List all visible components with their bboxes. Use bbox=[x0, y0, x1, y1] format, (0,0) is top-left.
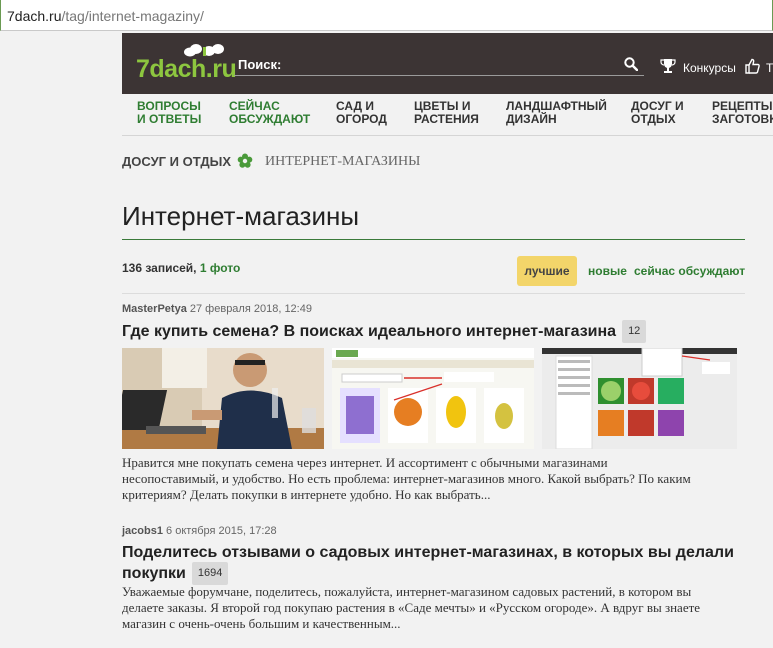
search-input[interactable] bbox=[234, 75, 644, 76]
like-icon[interactable] bbox=[744, 58, 760, 74]
breadcrumb-current: ИНТЕРНЕТ-МАГАЗИНЫ bbox=[265, 154, 421, 169]
post-date: 6 октября 2015, 17:28 bbox=[166, 525, 277, 537]
photos-link[interactable]: 1 фото bbox=[200, 261, 240, 275]
post-title[interactable]: Где купить семена? В поисках идеального … bbox=[122, 320, 647, 343]
title-divider bbox=[122, 239, 745, 240]
nav-item-flowers[interactable]: ЦВЕТЫ И РАСТЕНИЯ bbox=[414, 100, 479, 126]
main-nav: ВОПРОСЫ И ОТВЕТЫ СЕЙЧАС ОБСУЖДАЮТ САД И … bbox=[122, 94, 773, 136]
post-date: 27 февраля 2018, 12:49 bbox=[189, 303, 312, 315]
nav-item-garden[interactable]: САД И ОГОРОД bbox=[336, 100, 387, 126]
nav-item-leisure[interactable]: ДОСУГ И ОТДЫХ bbox=[631, 100, 684, 126]
sort-discussed-link[interactable]: сейчас обсуждают bbox=[634, 264, 745, 278]
post-meta: MasterPetya 27 февраля 2018, 12:49 bbox=[122, 303, 312, 315]
nav-item-recipes[interactable]: РЕЦЕПТЫ И ЗАГОТОВКИ bbox=[712, 100, 773, 126]
header-link-truncated[interactable]: Т bbox=[766, 61, 773, 75]
post-excerpt: Уважаемые форумчане, поделитесь, пожалуй… bbox=[122, 584, 701, 631]
post-meta: jacobs1 6 октября 2015, 17:28 bbox=[122, 525, 277, 537]
post-excerpt: Нравится мне покупать семена через интер… bbox=[122, 455, 691, 502]
contests-link[interactable]: Конкурсы bbox=[683, 61, 736, 75]
search-icon[interactable] bbox=[624, 57, 638, 71]
post-author[interactable]: jacobs1 bbox=[122, 525, 163, 537]
records-count: 136 записей, 1 фото bbox=[122, 261, 241, 275]
browser-address-bar[interactable]: 7dach.ru/tag/internet-magaziny/ bbox=[0, 0, 773, 31]
post-image-shop-screenshot-1[interactable] bbox=[332, 348, 534, 449]
nav-item-landscape[interactable]: ЛАНДШАФТНЫЙ ДИЗАЙН bbox=[506, 100, 607, 126]
post-title[interactable]: Поделитесь отзывами о садовых интернет-м… bbox=[122, 543, 734, 585]
comments-count: 12 bbox=[622, 320, 647, 343]
url-text[interactable]: 7dach.ru/tag/internet-magaziny/ bbox=[7, 8, 204, 24]
flower-icon bbox=[237, 153, 253, 168]
sort-best-button[interactable]: лучшие bbox=[517, 256, 577, 286]
post-author[interactable]: MasterPetya bbox=[122, 303, 187, 315]
post-image-shop-screenshot-2[interactable] bbox=[542, 348, 737, 449]
site-header: 7dach.ru Поиск: Конкурсы Т bbox=[122, 33, 773, 94]
breadcrumb-parent[interactable]: ДОСУГ И ОТДЫХ bbox=[122, 154, 231, 169]
post-image-laptop[interactable] bbox=[122, 348, 324, 449]
comments-count: 1694 bbox=[191, 562, 229, 585]
sort-new-link[interactable]: новые bbox=[588, 264, 627, 278]
site-logo[interactable]: 7dach.ru bbox=[136, 41, 237, 87]
logo-domain: .ru bbox=[205, 55, 237, 83]
site: 7dach.ru Поиск: Конкурсы Т ВОПРОСЫ И ОТВ… bbox=[122, 33, 773, 648]
page-title: Интернет-магазины bbox=[122, 201, 360, 231]
nav-item-discussing-now[interactable]: СЕЙЧАС ОБСУЖДАЮТ bbox=[229, 100, 310, 126]
search-label: Поиск: bbox=[238, 57, 282, 72]
trophy-icon[interactable] bbox=[660, 58, 676, 74]
stats-divider bbox=[122, 293, 745, 294]
logo-text: 7dach bbox=[136, 55, 206, 83]
nav-item-questions[interactable]: ВОПРОСЫ И ОТВЕТЫ bbox=[137, 100, 201, 126]
